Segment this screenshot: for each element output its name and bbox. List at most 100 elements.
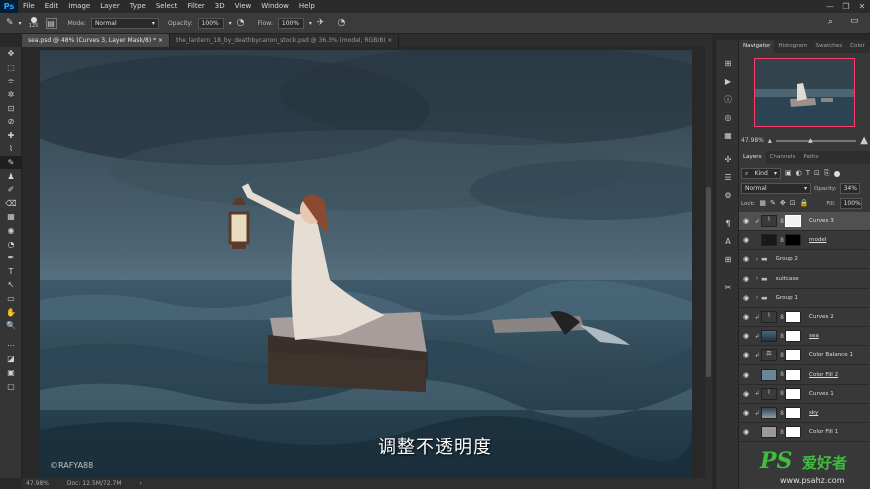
history-icon[interactable]: ⊞ [716,54,740,72]
layer-mask-thumbnail[interactable] [785,407,801,419]
status-zoom[interactable]: 47.98% [26,480,49,487]
filter-pixel-icon[interactable]: ▣ [785,169,792,178]
layer-row[interactable]: ◉ ↲ 8 sky [739,404,870,423]
document-canvas[interactable] [40,50,692,478]
layer-thumbnail[interactable]: ⌇ [761,215,777,227]
filter-shape-icon[interactable]: ⊡ [814,169,820,178]
healing-tool-icon[interactable]: ✚ [0,129,22,143]
mode-select[interactable]: Normal ▾ [90,17,159,29]
flow-field[interactable]: 100% [277,17,304,29]
maximize-button[interactable]: ❐ [838,0,854,13]
brush-presets-icon[interactable]: ▦ [716,126,740,144]
layer-mask-thumbnail[interactable] [785,349,801,362]
menu-item-view[interactable]: View [230,0,257,13]
tab-layers[interactable]: Layers [739,151,766,164]
layer-row[interactable]: ◉ ↲ ⌇ 8 Curves 3 [739,212,870,231]
menu-item-3d[interactable]: 3D [210,0,230,13]
color-icon[interactable]: ◎ [716,108,740,126]
eye-icon[interactable]: ◉ [739,255,753,263]
close-icon[interactable]: × [387,37,392,44]
status-menu-arrow[interactable]: › [140,480,142,487]
fill-field[interactable]: 100% [839,198,862,209]
path-select-tool-icon[interactable]: ↖ [0,278,22,292]
brush-active-tool-icon[interactable]: ✎ [0,155,22,170]
pressure-size-icon[interactable]: ◔ [337,18,345,28]
slider-handle-icon[interactable]: ▲ [808,137,813,144]
more-tool-icon[interactable]: ⋯ [0,338,22,352]
layer-mask-thumbnail[interactable] [785,311,801,323]
clone-stamp-tool-icon[interactable]: ♟ [0,169,22,183]
close-button[interactable]: ✕ [854,0,870,13]
layer-thumbnail[interactable]: ⚖ [761,349,777,362]
zoom-tool-icon[interactable]: 🔍 [0,319,22,333]
marquee-tool-icon[interactable]: ⬚ [0,61,22,75]
eye-icon[interactable]: ◉ [739,409,753,417]
layer-mask-thumbnail[interactable] [785,387,801,400]
info-icon[interactable]: ⓘ [716,90,740,108]
layer-row[interactable]: ◉ 8 model [739,231,870,251]
layer-thumbnail[interactable]: ⌇ [761,311,777,323]
quick-select-tool-icon[interactable]: ✲ [0,88,22,102]
zoom-slider[interactable]: ▲ [775,137,857,144]
pen-tool-icon[interactable]: ✒ [0,251,22,265]
eye-icon[interactable]: ◉ [739,236,753,244]
tab-channels[interactable]: Channels [766,151,800,164]
layer-mask-thumbnail[interactable] [785,234,801,247]
layer-thumbnail[interactable]: ⌇ [761,387,777,400]
crop-tool-icon[interactable]: ⊡ [0,101,22,115]
tab-color[interactable]: Color [846,40,869,53]
opacity-field[interactable]: 100% [197,17,224,29]
layer-mask-thumbnail[interactable] [785,215,801,227]
layer-row[interactable]: ◉ › ▬ Group 1 [739,289,870,308]
zoom-out-icon[interactable]: ▴ [768,136,772,145]
menu-item-window[interactable]: Window [256,0,294,13]
lasso-tool-icon[interactable]: ⌯ [0,74,22,88]
search-icon[interactable]: ⌕ [828,18,833,27]
eraser-tool-icon[interactable]: ⌫ [0,197,22,211]
layer-mask-thumbnail[interactable] [785,426,801,439]
menu-item-layer[interactable]: Layer [95,0,125,13]
airbrush-icon[interactable]: ✈ [317,18,325,28]
menu-item-image[interactable]: Image [63,0,95,13]
tab-navigator[interactable]: Navigator [739,40,775,53]
layer-row[interactable]: ◉ ↲ 8 sea [739,327,870,347]
canvas-vertical-scrollbar[interactable] [705,47,712,478]
quick-mask-tool-icon[interactable]: ▢ [0,379,22,393]
lock-all-icon[interactable]: 🔒 [800,199,809,208]
chevron-down-icon[interactable]: ▾ [309,19,312,28]
zoom-in-icon[interactable]: ▲ [860,135,868,146]
eye-icon[interactable]: ◉ [739,390,753,398]
eye-icon[interactable]: ◉ [739,313,753,321]
lock-artboard-icon[interactable]: ⊡ [790,199,796,208]
layer-row[interactable]: ◉ ↲ ⌇ 8 Curves 2 [739,308,870,327]
menu-item-file[interactable]: File [18,0,40,13]
eye-icon[interactable]: ◉ [739,371,753,379]
navigator-zoom-value[interactable]: 47.98% [741,137,764,144]
eye-icon[interactable]: ◉ [739,351,753,359]
lock-transparent-icon[interactable]: ▦ [759,199,766,208]
hand-tool-icon[interactable]: ✋ [0,305,22,319]
layer-row[interactable]: ◉ 8 Color Fill 1 [739,423,870,443]
layer-mask-thumbnail[interactable] [785,330,801,343]
rectangle-tool-icon[interactable]: ▭ [0,292,22,306]
lock-image-icon[interactable]: ✎ [770,199,776,208]
brushes-icon[interactable]: ✣ [716,150,740,168]
layer-thumbnail[interactable] [761,426,777,439]
tab-histogram[interactable]: Histogram [774,40,811,53]
chevron-down-icon[interactable]: ▾ [229,19,232,28]
filter-toggle-icon[interactable] [833,170,840,177]
expand-arrow-icon[interactable]: › [753,275,761,282]
expand-arrow-icon[interactable]: › [753,294,761,301]
layer-mask-thumbnail[interactable] [785,368,801,381]
adjustments-icon[interactable]: ☰ [716,168,740,186]
history-brush-tool-icon[interactable]: ✐ [0,183,22,197]
brush-tool-icon[interactable]: ✎ [6,18,14,28]
tool-preset-arrow-icon[interactable]: ▾ [19,19,22,28]
tab-paths[interactable]: Paths [799,151,822,164]
layer-opacity-field[interactable]: 34% [839,183,860,194]
filter-adjustment-icon[interactable]: ◐ [796,169,802,178]
layer-row[interactable]: ◉ 8 Color Fill 2 [739,366,870,385]
menu-item-help[interactable]: Help [294,0,320,13]
menu-item-edit[interactable]: Edit [40,0,64,13]
lock-position-icon[interactable]: ✥ [780,199,786,208]
